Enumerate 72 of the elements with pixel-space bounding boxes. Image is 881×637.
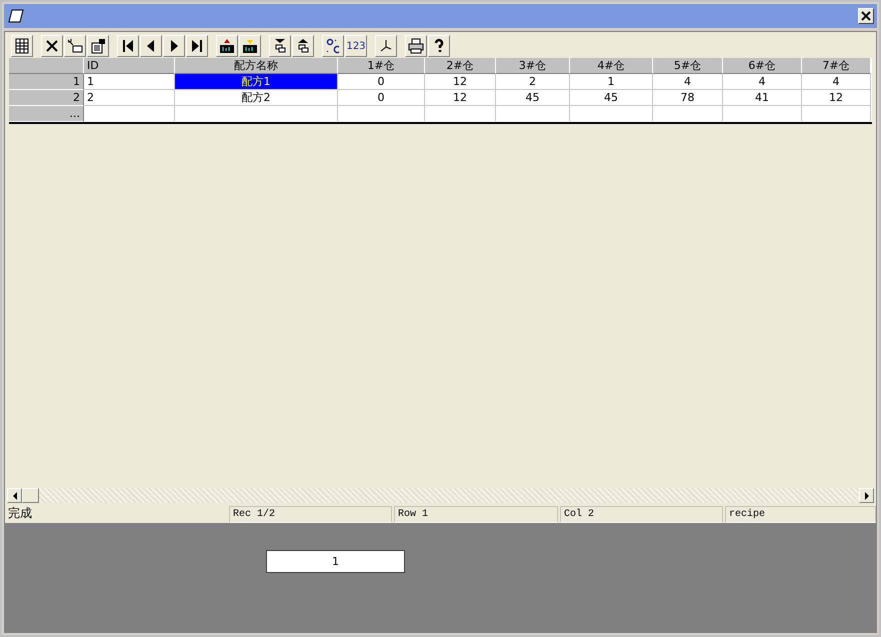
prev-button[interactable] (140, 35, 162, 57)
number-button[interactable]: 123 (345, 35, 367, 57)
print-button[interactable] (405, 35, 427, 57)
column-header[interactable]: ID (84, 58, 175, 74)
delete-icon (44, 38, 60, 54)
text-button[interactable] (322, 35, 344, 57)
scroll-right-button[interactable] (859, 488, 874, 503)
table-cell: 12 (425, 90, 496, 106)
table-cell: 78 (653, 90, 723, 106)
status-text: recipe (725, 506, 876, 523)
table-cell: 2 (496, 74, 570, 90)
column-header[interactable]: 1#仓 (338, 58, 425, 74)
clock-button[interactable] (375, 35, 397, 57)
status-text: Col 2 (560, 506, 723, 523)
scroll-thumb[interactable] (22, 488, 39, 503)
number-format-label: 123 (346, 40, 366, 52)
column-header[interactable]: 5#仓 (653, 58, 723, 74)
delete-button[interactable] (41, 35, 63, 57)
next-button[interactable] (163, 35, 185, 57)
new-record-icon (67, 38, 83, 54)
last-record-icon (189, 38, 205, 54)
table-cell: 45 (496, 90, 570, 106)
column-header[interactable]: 4#仓 (570, 58, 653, 74)
print-icon (408, 38, 424, 54)
table-cell: 配方1 (175, 74, 338, 90)
table-cell: 41 (723, 90, 802, 106)
close-icon (861, 11, 871, 21)
column-header[interactable]: 6#仓 (723, 58, 802, 74)
column-header[interactable]: 7#仓 (802, 58, 871, 74)
import-button[interactable] (216, 35, 238, 57)
move-up-button[interactable] (292, 35, 314, 57)
import-icon (219, 38, 235, 54)
value-field[interactable]: 1 (266, 550, 405, 573)
table-cell: 12 (425, 74, 496, 90)
table-cell: 2 (84, 90, 175, 106)
row-header[interactable]: 2 (9, 90, 84, 106)
status-text: Row 1 (394, 506, 558, 523)
last-button[interactable] (186, 35, 208, 57)
horizontal-scrollbar[interactable] (7, 488, 874, 503)
table-cell: 1 (84, 74, 175, 90)
table-cell: 4 (802, 74, 871, 90)
new-row-header[interactable]: ... (9, 106, 84, 122)
status-text: 完成 (7, 506, 33, 522)
export-icon (242, 38, 258, 54)
table-cell: 12 (802, 90, 871, 106)
window-icon (7, 8, 25, 24)
table-cell: 4 (653, 74, 723, 90)
left-arrow-icon (12, 492, 18, 500)
properties-button[interactable] (87, 35, 109, 57)
new-button[interactable] (64, 35, 86, 57)
table-cell: 4 (723, 74, 802, 90)
column-header[interactable]: 配方名称 (175, 58, 338, 74)
first-button[interactable] (117, 35, 139, 57)
status-text: Rec 1/2 (229, 506, 392, 523)
properties-icon (90, 38, 106, 54)
scroll-left-button[interactable] (7, 488, 22, 503)
table-cell: 0 (338, 74, 425, 90)
column-header[interactable]: 3#仓 (496, 58, 570, 74)
close-button[interactable] (858, 8, 874, 24)
column-header[interactable]: 2#仓 (425, 58, 496, 74)
table-cell: 45 (570, 90, 653, 106)
table-cell: 配方2 (175, 90, 338, 106)
help-button[interactable] (428, 35, 450, 57)
grid-button[interactable] (11, 35, 33, 57)
table-cell: 1 (570, 74, 653, 90)
table-cell: 0 (338, 90, 425, 106)
first-record-icon (120, 38, 136, 54)
move-down-button[interactable] (269, 35, 291, 57)
right-arrow-icon (864, 492, 870, 500)
export-button[interactable] (239, 35, 261, 57)
row-header[interactable]: 1 (9, 74, 84, 90)
table-icon (14, 38, 30, 54)
